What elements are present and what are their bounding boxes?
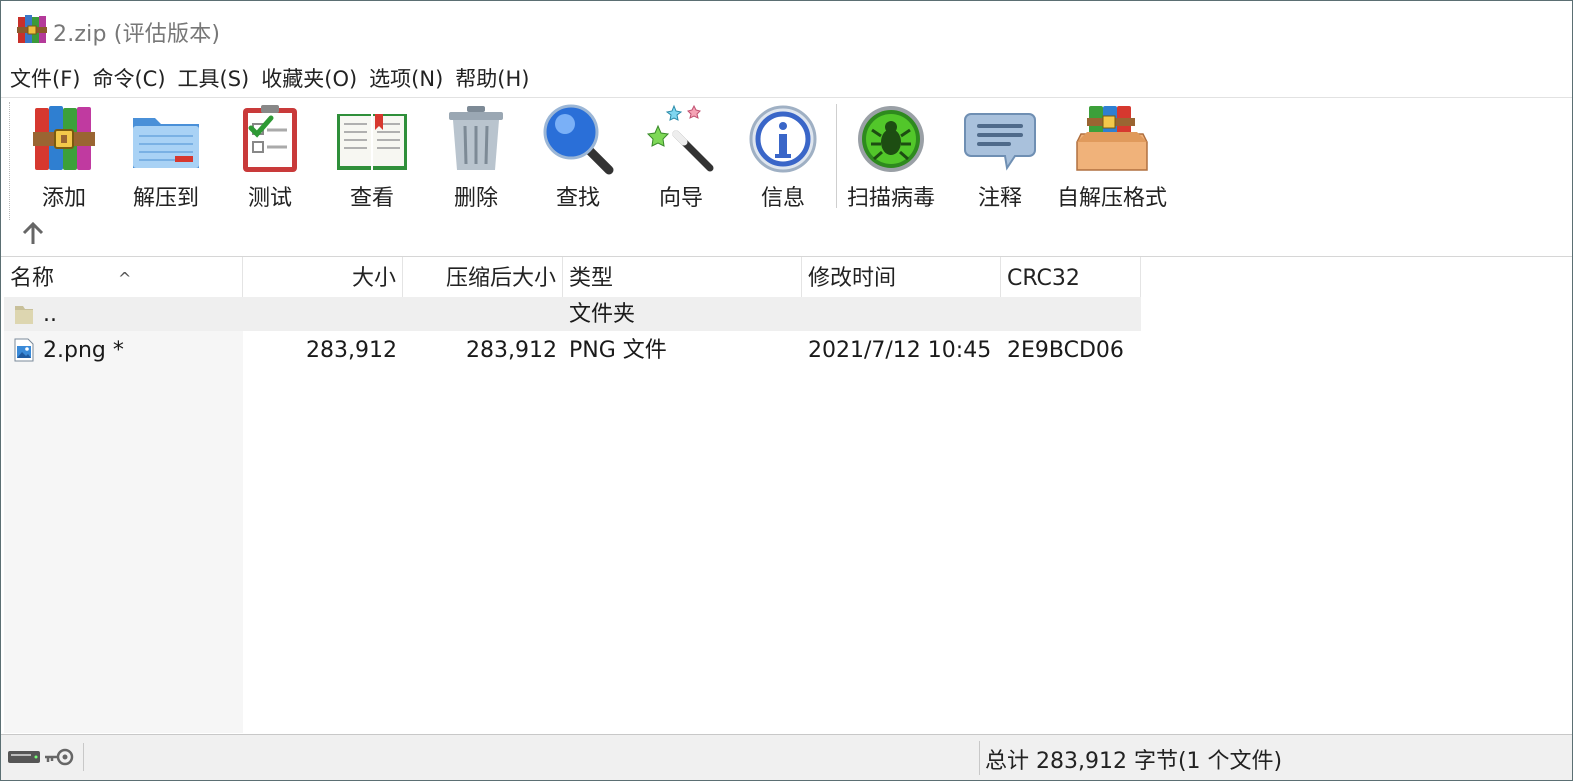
extract-to-button[interactable]: 解压到 [129, 102, 203, 212]
comment-button[interactable]: 注释 [963, 102, 1037, 212]
key-icon[interactable] [43, 747, 75, 767]
status-summary: 总计 283,912 字节(1 个文件) [985, 749, 1283, 774]
add-label: 添加 [41, 186, 86, 211]
open-book-icon [337, 114, 407, 170]
column-header-name-label: 名称 [10, 266, 55, 291]
speech-bubble-icon [964, 113, 1036, 171]
file-size [243, 297, 403, 331]
info-button[interactable]: 信息 [746, 102, 820, 212]
delete-label: 删除 [453, 186, 498, 211]
file-modified: 2021/7/12 10:45 [808, 338, 992, 363]
menu-tools[interactable]: 工具(S) [178, 61, 250, 95]
column-header-crc[interactable]: CRC32 [1001, 257, 1141, 297]
file-crc [1001, 297, 1141, 331]
find-button[interactable]: 查找 [541, 102, 615, 212]
toolbar-separator [836, 104, 838, 208]
magnifier-icon [543, 104, 614, 175]
file-list[interactable]: 名称 ^ 大小 压缩后大小 类型 修改时间 CRC32 .. 文件夹 2.png… [4, 257, 1572, 733]
menu-commands[interactable]: 命令(C) [92, 61, 165, 95]
list-item-parent-folder[interactable]: .. 文件夹 [4, 297, 1141, 331]
virus-scan-button[interactable]: 扫描病毒 [847, 102, 935, 212]
find-label: 查找 [555, 186, 600, 211]
menu-help[interactable]: 帮助(H) [455, 61, 529, 95]
delete-button[interactable]: 删除 [439, 102, 513, 212]
bug-icon [858, 106, 924, 172]
title-bar: 2.zip (评估版本) [1, 1, 1572, 59]
file-packed-size [403, 297, 563, 331]
file-crc: 2E9BCD06 [1007, 338, 1124, 363]
toolbar-grip[interactable] [9, 102, 12, 220]
test-label: 测试 [247, 186, 292, 211]
column-header-packed[interactable]: 压缩后大小 [403, 257, 563, 297]
winrar-window: 2.zip (评估版本) 文件(F) 命令(C) 工具(S) 收藏夹(O) 选项… [0, 0, 1573, 781]
archive-books-icon [33, 106, 95, 170]
folder-extract-icon [133, 118, 199, 168]
view-button[interactable]: 查看 [335, 102, 409, 212]
drive-icon[interactable] [7, 749, 41, 765]
status-separator [979, 741, 980, 775]
column-header-type[interactable]: 类型 [563, 257, 802, 297]
status-bar: 总计 283,912 字节(1 个文件) [1, 734, 1572, 780]
sfx-button[interactable]: 自解压格式 [1057, 102, 1167, 212]
status-icons [5, 743, 84, 771]
checklist-icon [243, 105, 297, 172]
sort-ascending-icon: ^ [118, 269, 132, 288]
file-size: 283,912 [306, 338, 397, 363]
list-header: 名称 ^ 大小 压缩后大小 类型 修改时间 CRC32 [4, 257, 1141, 297]
winrar-app-icon [17, 15, 47, 43]
wizard-label: 向导 [658, 186, 703, 211]
extract-label: 解压到 [132, 186, 199, 211]
test-button[interactable]: 测试 [233, 102, 307, 212]
menu-options[interactable]: 选项(N) [369, 61, 443, 95]
comment-label: 注释 [977, 186, 1022, 211]
up-arrow-icon[interactable] [19, 220, 47, 248]
file-packed-size: 283,912 [466, 338, 557, 363]
menu-favorites[interactable]: 收藏夹(O) [261, 61, 357, 95]
folder-icon [15, 306, 33, 324]
magic-wand-icon [646, 104, 714, 172]
info-label: 信息 [760, 186, 805, 211]
sfx-label: 自解压格式 [1057, 186, 1168, 211]
window-title: 2.zip (评估版本) [53, 22, 221, 47]
info-icon [749, 105, 817, 173]
column-header-name[interactable]: 名称 ^ [4, 257, 243, 297]
wizard-button[interactable]: 向导 [644, 102, 718, 212]
menu-bar: 文件(F) 命令(C) 工具(S) 收藏夹(O) 选项(N) 帮助(H) [1, 59, 1572, 97]
menu-file[interactable]: 文件(F) [10, 61, 80, 95]
file-type: PNG 文件 [569, 338, 667, 363]
list-item-file[interactable]: 2.png * 283,912 283,912 PNG 文件 2021/7/12… [4, 333, 1141, 367]
column-header-size[interactable]: 大小 [243, 257, 403, 297]
add-button[interactable]: 添加 [27, 102, 101, 212]
file-type: 文件夹 [569, 302, 636, 327]
toolbar: 添加 解压到 测试 查看 删除 查找 向导 信息 扫描病毒 注释 自解压格式 [1, 97, 1572, 257]
view-label: 查看 [349, 186, 394, 211]
file-name: .. [43, 302, 57, 327]
column-header-modified[interactable]: 修改时间 [802, 257, 1001, 297]
box-books-icon [1076, 106, 1148, 171]
virus-scan-label: 扫描病毒 [847, 186, 936, 211]
image-file-icon [14, 338, 34, 362]
file-modified [802, 297, 1001, 331]
file-name: 2.png * [43, 338, 124, 363]
trash-icon [449, 106, 503, 170]
